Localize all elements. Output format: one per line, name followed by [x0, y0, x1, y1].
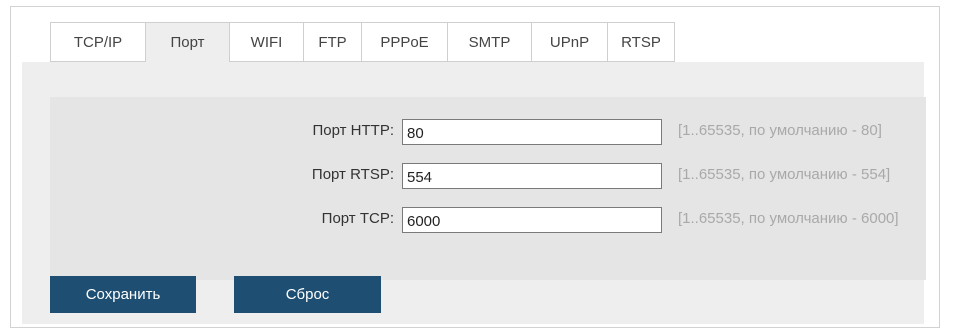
tab-tcpip[interactable]: TCP/IP — [50, 22, 146, 62]
http-port-input[interactable] — [402, 119, 662, 145]
reset-button[interactable]: Сброс — [234, 276, 381, 313]
rtsp-port-label: Порт RTSP: — [311, 166, 394, 183]
http-port-hint: [1..65535, по умолчанию - 80] — [678, 122, 882, 139]
tab-ftp[interactable]: FTP — [304, 22, 362, 62]
tab-smtp[interactable]: SMTP — [448, 22, 532, 62]
port-settings-panel: Порт HTTP: [1..65535, по умолчанию - 80]… — [50, 97, 926, 280]
tab-wifi[interactable]: WIFI — [230, 22, 304, 62]
tab-rtsp[interactable]: RTSP — [608, 22, 675, 62]
http-port-label: Порт HTTP: — [312, 122, 394, 139]
save-button[interactable]: Сохранить — [50, 276, 196, 313]
tcp-port-hint: [1..65535, по умолчанию - 6000] — [678, 210, 899, 227]
http-port-row: Порт HTTP: [1..65535, по умолчанию - 80] — [50, 119, 926, 145]
tcp-port-input[interactable] — [402, 207, 662, 233]
rtsp-port-hint: [1..65535, по умолчанию - 554] — [678, 166, 891, 183]
tab-bar: TCP/IP Порт WIFI FTP PPPoE SMTP UPnP RTS… — [50, 22, 675, 62]
tcp-port-label: Порт TCP: — [321, 210, 394, 227]
rtsp-port-row: Порт RTSP: [1..65535, по умолчанию - 554… — [50, 163, 926, 189]
rtsp-port-input[interactable] — [402, 163, 662, 189]
tab-port[interactable]: Порт — [146, 22, 230, 62]
tab-upnp[interactable]: UPnP — [532, 22, 608, 62]
tcp-port-row: Порт TCP: [1..65535, по умолчанию - 6000… — [50, 207, 926, 233]
tab-pppoe[interactable]: PPPoE — [362, 22, 448, 62]
